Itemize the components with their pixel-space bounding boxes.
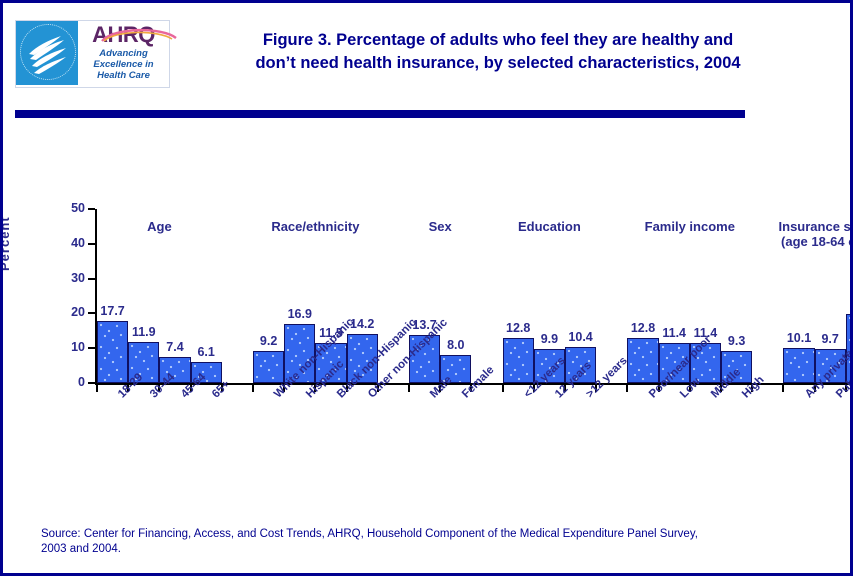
bar-texture — [784, 348, 814, 382]
x-tick — [501, 385, 504, 392]
bar-value-label: 11.9 — [131, 324, 156, 339]
ahrq-tagline-line1: Advancing — [99, 48, 148, 59]
group-label-insurance-status: Insurance status(age 18-64 only) — [740, 219, 851, 249]
ahrq-tagline-line3: Health Care — [97, 70, 150, 81]
y-tick-label-30: 30 — [71, 270, 85, 285]
hhs-seal-icon — [16, 21, 78, 85]
group-label-text: Age — [147, 219, 172, 234]
x-tick — [626, 385, 629, 392]
y-tick-30 — [88, 277, 95, 280]
bar-value-label: 9.7 — [821, 332, 839, 347]
y-tick-label-50: 50 — [71, 201, 85, 215]
bar-value-label: 10.4 — [568, 329, 593, 344]
ahrq-logo: AHRQ Advancing Excellence in Health Care — [15, 20, 177, 88]
bar-texture — [628, 339, 658, 382]
source-note: Source: Center for Financing, Access, an… — [41, 527, 821, 557]
bar-value-label: 17.7 — [100, 304, 125, 319]
bar-value-label: 8.0 — [447, 338, 465, 353]
figure-title-line1: Figure 3. Percentage of adults who feel … — [262, 31, 734, 49]
y-tick-0 — [88, 382, 95, 384]
ahrq-arc-icon — [101, 28, 177, 42]
source-line2: 2003 and 2004. — [41, 543, 121, 555]
hhs-eagle-glyph — [29, 36, 66, 74]
figure-page: AHRQ Advancing Excellence in Health Care… — [0, 0, 853, 576]
group-label-text: Insurance status — [778, 219, 851, 234]
bar-texture — [503, 339, 533, 382]
x-tick — [408, 385, 410, 392]
y-tick-label-40: 40 — [71, 235, 85, 250]
bar-chart: Percent 0 10 20 30 40 50 17.7 11.9 7.4 6.1 9.2 16.… — [3, 121, 850, 511]
bar — [627, 338, 659, 383]
group-label-subtitle: (age 18-64 only) — [781, 234, 850, 249]
y-tick-50 — [88, 208, 95, 210]
bar-value-label: 16.9 — [287, 307, 312, 322]
ahrq-acronym: AHRQ — [92, 24, 177, 46]
y-tick-label-20: 20 — [71, 305, 85, 320]
x-tick — [782, 385, 785, 392]
source-line1: Source: Center for Financing, Access, an… — [41, 528, 698, 540]
x-tick — [252, 385, 254, 392]
y-axis-label: Percent — [0, 216, 12, 271]
bar-value-label: 9.2 — [259, 333, 278, 348]
y-tick-40 — [88, 242, 95, 245]
bar — [783, 347, 815, 383]
header-divider — [15, 110, 745, 118]
bar-value-label: 19.7 — [840, 298, 850, 311]
bar — [253, 350, 285, 383]
ahrq-tagline: Advancing Excellence in Health Care — [78, 48, 169, 81]
ahrq-wordmark: AHRQ Advancing Excellence in Health Care — [78, 21, 177, 87]
y-tick-label-0: 0 — [78, 375, 85, 389]
bar-texture — [254, 351, 284, 382]
group-label-age: Age — [69, 219, 249, 234]
ahrq-tagline-line2: Excellence in — [93, 59, 154, 70]
figure-title-line2: don’t need health insurance, by selected… — [255, 54, 741, 72]
y-tick-10 — [88, 347, 95, 350]
figure-header: AHRQ Advancing Excellence in Health Care… — [3, 3, 850, 118]
y-tick-label-10: 10 — [71, 340, 85, 355]
bar-value-label: 6.1 — [197, 344, 215, 359]
x-tick — [96, 385, 98, 392]
figure-title: Figure 3. Percentage of adults who feel … — [178, 29, 818, 75]
bar-value-label: 9.3 — [727, 333, 746, 348]
